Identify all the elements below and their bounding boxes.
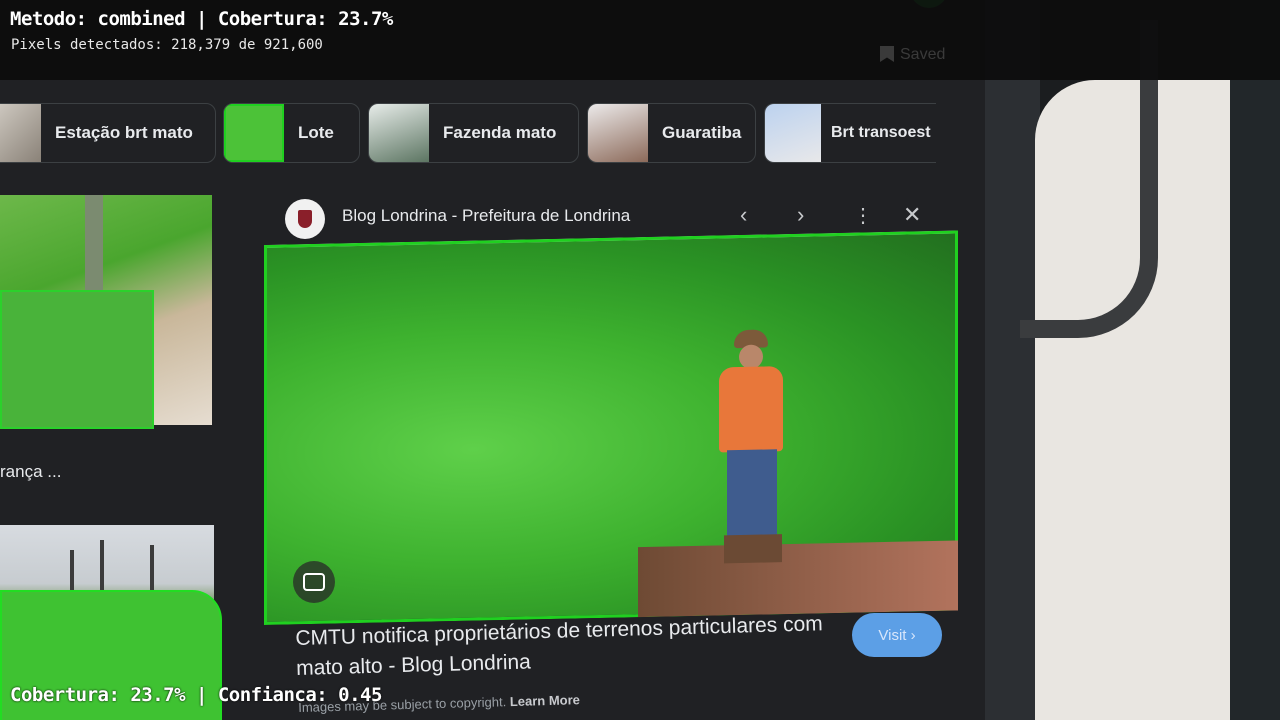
crest-icon: [298, 210, 312, 228]
lens-search-button[interactable]: [293, 561, 335, 603]
detected-vegetation-region: [0, 290, 154, 429]
more-options-icon[interactable]: ⋮: [853, 203, 873, 228]
chevron-left-icon[interactable]: ‹: [740, 202, 747, 228]
chip-label: Fazenda mato: [443, 123, 557, 142]
overlay-method-coverage: Metodo: combined | Cobertura: 23.7%: [10, 8, 393, 30]
visit-label: Visit: [878, 626, 907, 644]
chip-thumbnail: [224, 104, 284, 162]
worker-body: [719, 366, 783, 453]
background-frame: [1230, 0, 1280, 720]
image-palm: [100, 540, 104, 590]
result-caption[interactable]: rança ...: [0, 462, 61, 482]
chip-thumbnail: [765, 104, 821, 162]
close-icon[interactable]: ✕: [903, 202, 921, 228]
image-palm: [70, 550, 74, 590]
image-palm: [150, 545, 154, 590]
chip-fazenda-mato[interactable]: Fazenda mato: [368, 103, 579, 163]
chip-estacao-brt-mato[interactable]: Estação brt mato: [0, 103, 216, 163]
overlay-pixels-detected: Pixels detectados: 218,379 de 921,600: [11, 37, 323, 53]
preview-image[interactable]: [264, 230, 958, 625]
saved-label: Saved: [900, 46, 946, 63]
bookmark-icon: [880, 46, 894, 62]
camera-icon: [303, 573, 325, 591]
chip-label: Lote: [298, 123, 334, 142]
chip-label: Guaratiba: [662, 123, 742, 142]
chip-lote[interactable]: Lote: [223, 103, 360, 163]
chip-thumbnail: [0, 104, 41, 162]
analysis-overlay-top: Metodo: combined | Cobertura: 23.7% Pixe…: [0, 0, 1280, 80]
browser-screen: Estação brt mato Lote Fazenda mato Guara…: [0, 0, 985, 720]
chip-thumbnail: [369, 104, 429, 162]
learn-more-link[interactable]: Learn More: [510, 692, 580, 709]
site-favicon[interactable]: [285, 199, 325, 239]
panel-site-name[interactable]: Blog Londrina - Prefeitura de Londrina: [342, 206, 630, 226]
saved-indicator: Saved: [880, 46, 945, 64]
worker-boots: [724, 534, 782, 564]
visit-button[interactable]: Visit ›: [852, 613, 942, 657]
chip-label: Brt transoest: [831, 124, 931, 141]
chevron-right-icon[interactable]: ›: [797, 202, 804, 228]
chip-guaratiba[interactable]: Guaratiba: [587, 103, 756, 163]
image-soil: [638, 540, 958, 618]
worker-legs: [727, 449, 777, 546]
chip-thumbnail: [588, 104, 648, 162]
overlay-coverage-confidence: Cobertura: 23.7% | Confianca: 0.45: [10, 684, 382, 706]
chip-brt-transoeste[interactable]: Brt transoest: [764, 103, 936, 163]
chip-label: Estação brt mato: [55, 123, 193, 142]
